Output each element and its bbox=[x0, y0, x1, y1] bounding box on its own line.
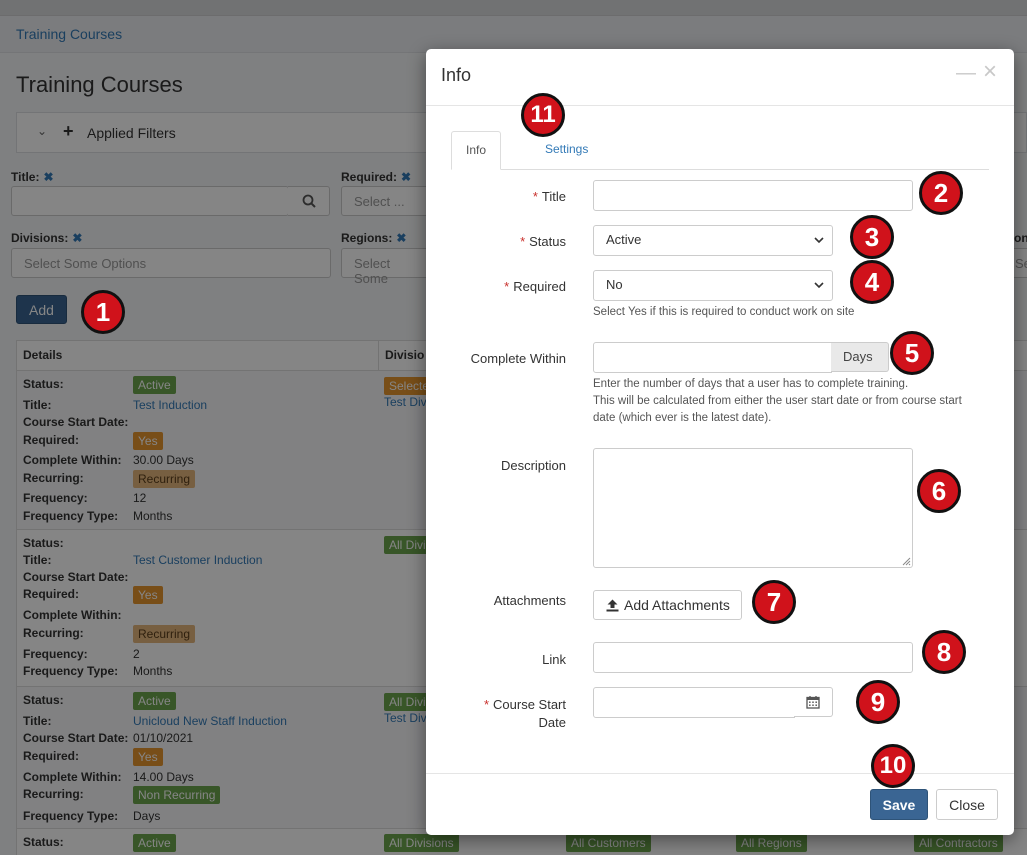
required-label: * Required bbox=[504, 279, 566, 294]
days-addon: Days bbox=[831, 342, 889, 372]
required-asterisk: * bbox=[532, 189, 538, 204]
course-start-date-label: * Course Start Date bbox=[483, 697, 566, 730]
chevron-down-icon bbox=[814, 237, 824, 244]
required-asterisk: * bbox=[520, 234, 526, 249]
title-input[interactable] bbox=[593, 180, 913, 211]
save-button[interactable]: Save bbox=[870, 789, 928, 820]
callout-marker-1: 1 bbox=[81, 290, 125, 334]
callout-marker-3: 3 bbox=[850, 215, 894, 259]
chevron-down-icon bbox=[814, 282, 824, 289]
required-asterisk: * bbox=[504, 279, 510, 294]
info-modal: Info — × Info Settings * Title * Status Ac… bbox=[426, 49, 1014, 835]
callout-marker-9: 9 bbox=[856, 680, 900, 724]
callout-marker-6: 6 bbox=[917, 469, 961, 513]
callout-marker-4: 4 bbox=[850, 260, 894, 304]
link-label: Link bbox=[542, 652, 566, 667]
status-select[interactable]: Active bbox=[593, 225, 833, 256]
callout-marker-11: 11 bbox=[521, 93, 565, 137]
title-label: * Title bbox=[532, 189, 566, 204]
required-help-text: Select Yes if this is required to conduc… bbox=[593, 306, 855, 318]
link-input[interactable] bbox=[593, 642, 913, 673]
attachments-label: Attachments bbox=[493, 593, 566, 608]
description-label: Description bbox=[500, 458, 566, 473]
callout-marker-7: 7 bbox=[752, 580, 796, 624]
modal-footer: Save Close bbox=[426, 773, 1014, 835]
close-icon[interactable]: × bbox=[983, 58, 997, 86]
modal-tabs: Info Settings bbox=[451, 131, 989, 170]
required-asterisk: * bbox=[483, 697, 490, 712]
complete-within-help-line-3: date (which ever is the latest date). bbox=[593, 412, 772, 424]
callout-marker-8: 8 bbox=[922, 630, 966, 674]
tab-info[interactable]: Info bbox=[451, 131, 502, 170]
required-select[interactable]: No bbox=[593, 270, 833, 301]
callout-marker-2: 2 bbox=[919, 171, 963, 215]
add-attachments-button[interactable]: Add Attachments bbox=[593, 590, 742, 620]
callout-marker-5: 5 bbox=[890, 331, 934, 375]
complete-within-help-line-1: Enter the number of days that a user has… bbox=[593, 378, 909, 390]
status-label: * Status bbox=[520, 234, 566, 249]
complete-within-help-line-2: This will be calculated from either the … bbox=[593, 395, 962, 407]
minimize-icon[interactable]: — bbox=[956, 62, 976, 85]
resize-grip-icon[interactable] bbox=[901, 556, 911, 566]
modal-header: Info — × bbox=[426, 49, 1014, 106]
calendar-button[interactable] bbox=[794, 687, 833, 717]
calendar-icon bbox=[806, 696, 820, 709]
close-button[interactable]: Close bbox=[936, 789, 998, 820]
course-start-date-input[interactable] bbox=[593, 687, 795, 718]
callout-marker-10: 10 bbox=[871, 744, 915, 788]
description-textarea[interactable] bbox=[593, 448, 913, 568]
complete-within-input[interactable] bbox=[593, 342, 832, 373]
modal-title: Info bbox=[441, 65, 472, 85]
upload-icon bbox=[606, 599, 619, 611]
complete-within-label: Complete Within bbox=[470, 351, 566, 366]
